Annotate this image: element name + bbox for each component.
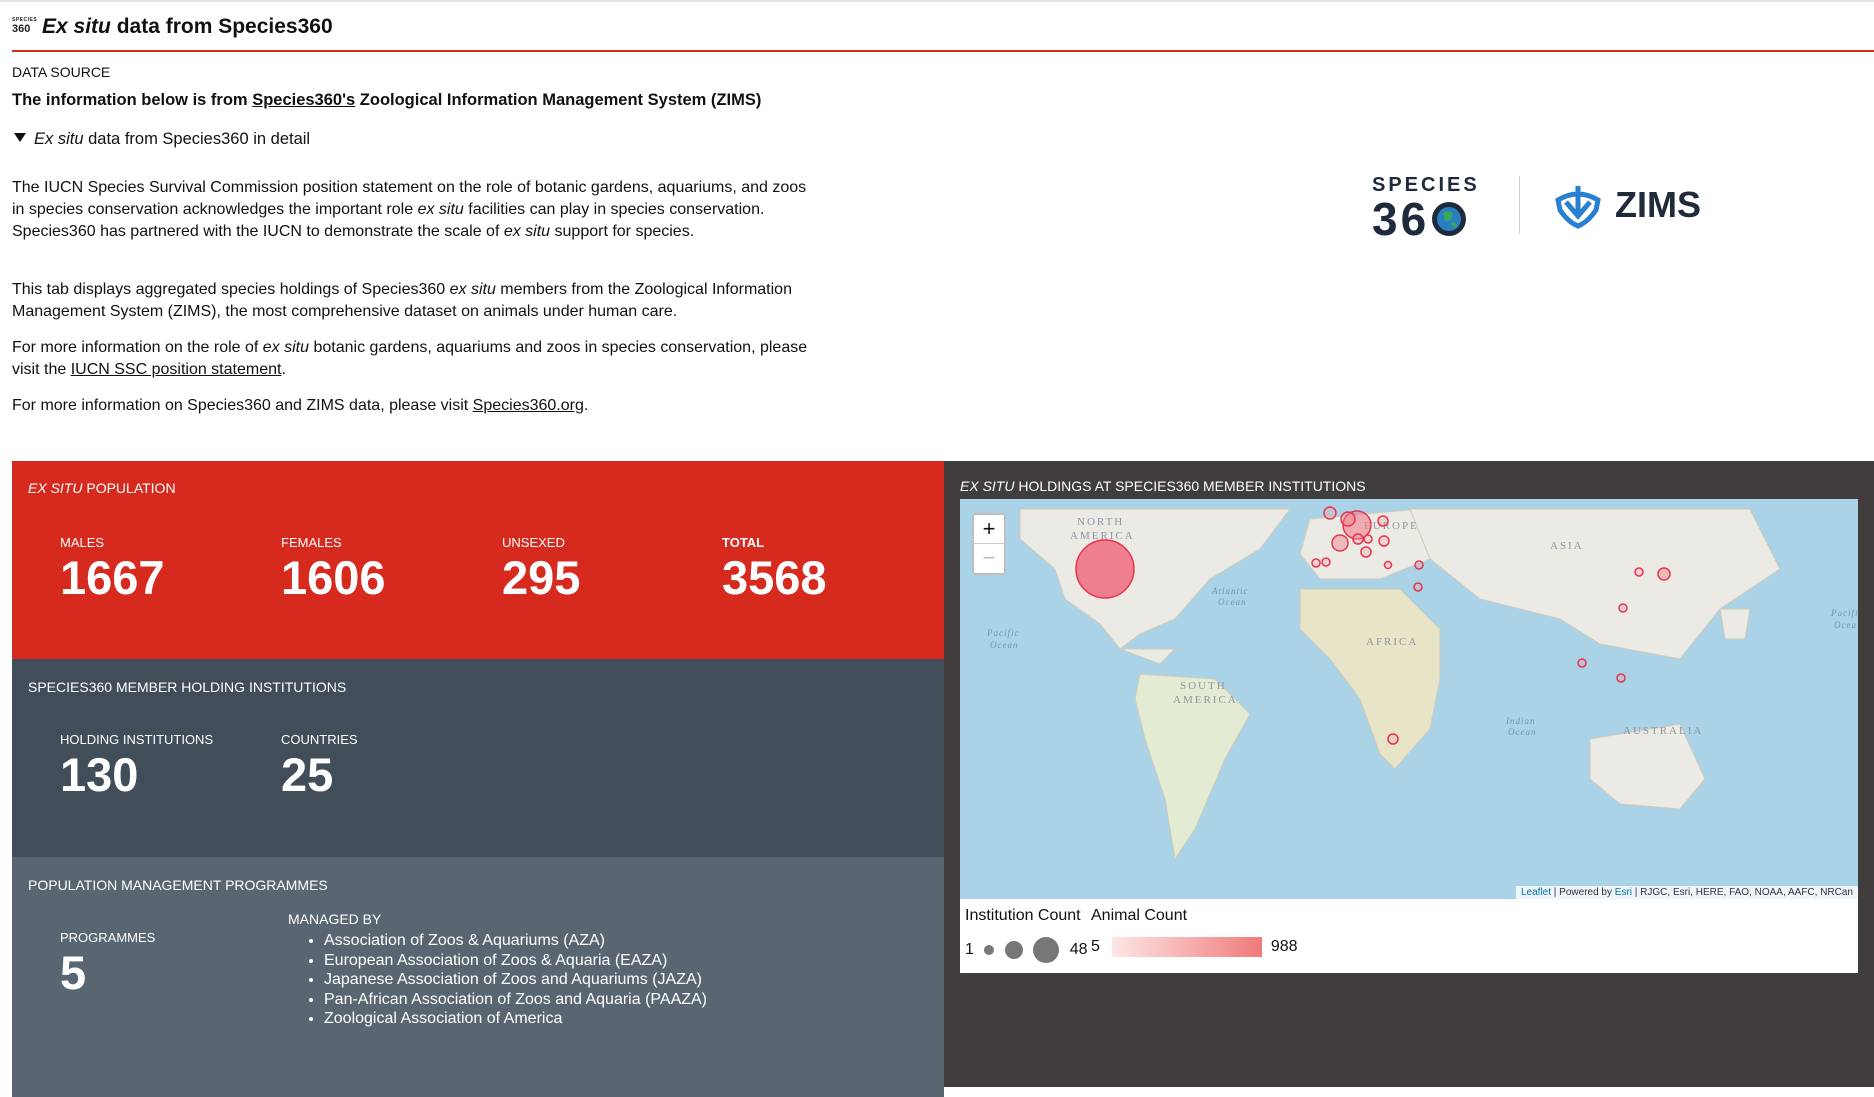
europe-label: EUROPE	[1364, 520, 1419, 532]
managed-by: MANAGED BY Association of Zoos & Aquariu…	[288, 911, 707, 1029]
map-marker[interactable]	[1657, 567, 1671, 581]
pacific-east-label-2: Ocea	[1834, 620, 1857, 630]
asia-label: ASIA	[1550, 540, 1584, 552]
programmes-section: POPULATION MANAGEMENT PROGRAMMES PROGRAM…	[12, 857, 944, 1097]
paragraph-more-info-species360: For more information on Species360 and Z…	[12, 397, 589, 414]
south-america-label-2: AMERICA	[1173, 694, 1238, 706]
map-marker[interactable]	[1634, 567, 1644, 577]
institutions-section: SPECIES360 MEMBER HOLDING INSTITUTIONS H…	[12, 659, 944, 857]
species360-mini-logo: SPECIES 360	[12, 17, 38, 35]
map-attribution: Leaflet | Powered by Esri | RJGC, Esri, …	[1516, 886, 1858, 899]
north-america-label: NORTH	[1077, 516, 1124, 528]
list-item: Japanese Association of Zoos and Aquariu…	[324, 970, 707, 990]
species360-zims-logos: SPECIES 36 ZIMS	[1372, 170, 1712, 245]
zoom-out-button[interactable]: −	[974, 544, 1004, 572]
map-marker[interactable]	[1340, 511, 1356, 527]
small-circle-icon	[984, 945, 995, 955]
central-america-shape	[1119, 648, 1177, 665]
holding-institutions-stat: HOLDING INSTITUTIONS 130	[60, 732, 214, 801]
map-marker[interactable]	[1363, 534, 1373, 544]
zims-icon	[1555, 186, 1601, 229]
africa-shape	[1299, 588, 1441, 770]
map-marker[interactable]	[1323, 506, 1337, 520]
map-marker[interactable]	[1377, 515, 1389, 527]
australia-label: AUSTRALIA	[1623, 725, 1703, 737]
indian-ocean-label-2: Ocean	[1508, 727, 1537, 737]
map-marker[interactable]	[1321, 557, 1331, 567]
atlantic-label: Atlantic	[1211, 586, 1249, 596]
map-marker[interactable]	[1352, 533, 1364, 545]
zoom-in-button[interactable]: +	[974, 515, 1004, 544]
map-marker[interactable]	[1331, 534, 1349, 552]
south-america-label: SOUTH	[1180, 680, 1227, 692]
details-toggle[interactable]: Ex situ data from Species360 in detail	[14, 130, 310, 149]
list-item: Association of Zoos & Aquariums (AZA)	[324, 931, 707, 951]
section-header: SPECIES 360 Ex situ data from Species360	[12, 12, 1874, 52]
zoom-control: + −	[972, 513, 1006, 575]
map-marker[interactable]	[1387, 733, 1399, 745]
north-america-shape	[1019, 508, 1291, 650]
top-border	[0, 0, 1874, 2]
japan-shape	[1719, 608, 1751, 640]
animal-count-title: Animal Count	[1091, 907, 1188, 924]
map-marker[interactable]	[1075, 539, 1135, 599]
world-map[interactable]: NORTH AMERICA EUROPE ASIA AFRICA SOUTH A…	[960, 499, 1858, 899]
medium-circle-icon	[1004, 941, 1023, 959]
population-section: EX SITU POPULATION MALES 1667 FEMALES 16…	[12, 461, 944, 659]
map-marker[interactable]	[1383, 560, 1393, 570]
indian-ocean-label: Indian	[1505, 716, 1536, 726]
data-source-label: DATA SOURCE	[12, 64, 111, 80]
color-gradient-bar	[1112, 937, 1263, 957]
females-stat: FEMALES 1606	[281, 535, 386, 604]
paragraph-more-info-iucn: For more information on the role of ex s…	[12, 339, 808, 378]
data-source-line: The information below is from Species360…	[12, 91, 762, 109]
list-item: Zoological Association of America	[324, 1009, 707, 1029]
pacific-east-label: Pacifi	[1830, 608, 1858, 618]
males-stat: MALES 1667	[60, 535, 165, 604]
programmes-stat: PROGRAMMES 5	[60, 930, 156, 999]
pacific-label-2: Ocean	[990, 640, 1019, 650]
map-legend: Institution Count Animal Count 1 48 5 98…	[960, 899, 1858, 973]
map-title: EX SITU HOLDINGS AT SPECIES360 MEMBER IN…	[960, 478, 1366, 494]
unsexed-stat: UNSEXED 295	[502, 535, 581, 604]
programmes-title: POPULATION MANAGEMENT PROGRAMMES	[28, 877, 328, 893]
countries-stat: COUNTRIES 25	[281, 732, 358, 801]
map-marker[interactable]	[1616, 673, 1626, 683]
esri-link[interactable]: Esri	[1615, 887, 1632, 898]
managed-by-list: Association of Zoos & Aquariums (AZA) Eu…	[288, 931, 707, 1029]
population-title: EX SITU POPULATION	[28, 480, 176, 496]
total-stat: TOTAL 3568	[722, 535, 827, 604]
map-marker[interactable]	[1360, 546, 1372, 558]
institution-count-title: Institution Count	[965, 907, 1081, 924]
species360-org-link[interactable]: Species360.org	[473, 397, 584, 414]
globe-icon	[1432, 202, 1467, 236]
world-map-graphic: NORTH AMERICA EUROPE ASIA AFRICA SOUTH A…	[986, 506, 1858, 861]
institutions-title: SPECIES360 MEMBER HOLDING INSTITUTIONS	[28, 679, 347, 695]
species360-link[interactable]: Species360's	[252, 91, 355, 109]
list-item: Pan-African Association of Zoos and Aqua…	[324, 990, 707, 1010]
zims-wordmark: ZIMS	[1615, 184, 1701, 225]
iucn-position-statement-link[interactable]: IUCN SSC position statement	[71, 361, 282, 378]
map-marker[interactable]	[1414, 560, 1424, 570]
africa-label: AFRICA	[1366, 636, 1418, 648]
institution-count-scale: 1 48	[965, 937, 1088, 963]
logo-divider	[1519, 176, 1520, 234]
map-marker[interactable]	[1378, 535, 1390, 547]
triangle-down-icon	[14, 133, 26, 143]
species360-logo: SPECIES 36	[1372, 174, 1480, 245]
paragraph-position-statement: The IUCN Species Survival Commission pos…	[12, 179, 807, 240]
map-marker[interactable]	[1618, 603, 1628, 613]
map-panel: EX SITU HOLDINGS AT SPECIES360 MEMBER IN…	[944, 461, 1874, 1087]
pacific-label: Pacific	[986, 628, 1020, 638]
page-title: Ex situ data from Species360	[42, 15, 333, 38]
map-marker[interactable]	[1311, 558, 1321, 568]
animal-count-scale: 5 988	[1091, 937, 1298, 957]
map-marker[interactable]	[1577, 658, 1587, 668]
leaflet-link[interactable]: Leaflet	[1521, 887, 1551, 898]
map-marker[interactable]	[1413, 582, 1423, 592]
large-circle-icon	[1033, 937, 1060, 963]
list-item: European Association of Zoos & Aquaria (…	[324, 951, 707, 971]
paragraph-tab-description: This tab displays aggregated species hol…	[12, 281, 792, 320]
atlantic-label-2: Ocean	[1218, 597, 1247, 607]
